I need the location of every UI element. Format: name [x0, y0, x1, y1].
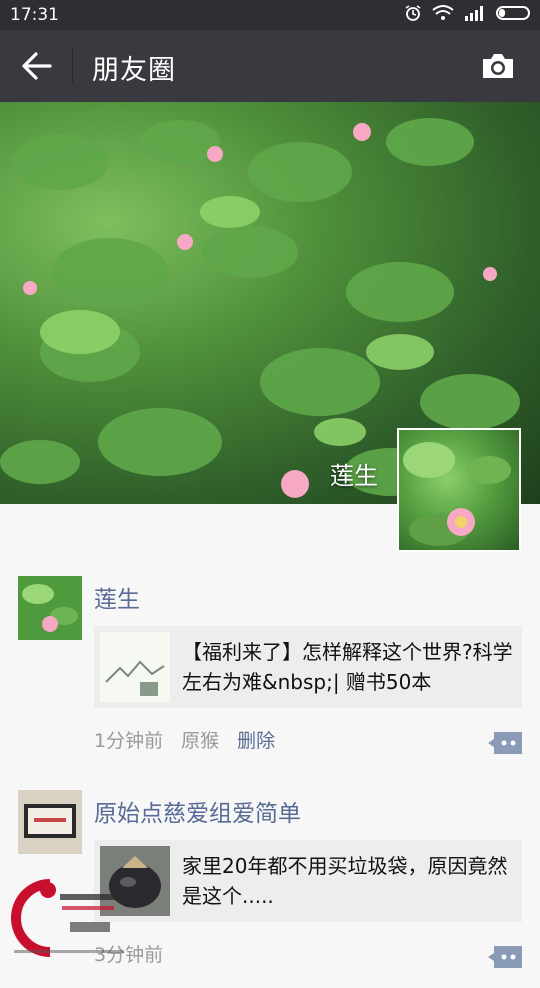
- cover-user-name: 莲生: [330, 462, 378, 490]
- profile-avatar[interactable]: [397, 428, 521, 552]
- delete-link[interactable]: 删除: [237, 726, 275, 753]
- avatar[interactable]: [18, 790, 82, 854]
- status-icons: [404, 4, 530, 22]
- app-bar: 朋友圈: [0, 30, 540, 102]
- post-author[interactable]: 莲生: [94, 580, 140, 614]
- comment-dots-icon[interactable]: [488, 946, 522, 968]
- share-title: 【福利来了】怎样解释这个世界?科学左右为难&nbsp;| 赠书50本: [182, 640, 513, 694]
- share-card[interactable]: 家里20年都不用买垃圾袋，原因竟然是这个.....: [94, 840, 522, 922]
- lotus-avatar-image: [403, 442, 511, 546]
- share-title: 家里20年都不用买垃圾袋，原因竟然是这个.....: [182, 854, 508, 908]
- camera-button[interactable]: [480, 50, 516, 82]
- share-card[interactable]: 【福利来了】怎样解释这个世界?科学左右为难&nbsp;| 赠书50本: [94, 626, 522, 708]
- watermark-logo: [11, 879, 124, 957]
- comment-dots-icon[interactable]: [488, 732, 522, 754]
- post-meta: 1分钟前 原猴 删除: [94, 726, 275, 753]
- signal-icon: [465, 6, 483, 21]
- avatar[interactable]: [18, 576, 82, 640]
- post-author[interactable]: 原始点慈爱组爱简单: [94, 794, 301, 828]
- status-bar: 17:31: [0, 0, 540, 30]
- back-button[interactable]: [18, 50, 54, 82]
- battery-icon: [496, 6, 530, 20]
- app-bar-divider: [72, 48, 73, 84]
- post-time: 1分钟前: [94, 730, 164, 752]
- feed-post: 莲生 【福利来了】怎样解释这个世界?科学左右为难&nbsp;| 赠书50本 1分…: [0, 560, 540, 774]
- page-title: 朋友圈: [92, 55, 176, 86]
- post-source: 原猴: [181, 730, 220, 752]
- share-thumbnail: [100, 632, 170, 702]
- wifi-icon: [432, 5, 454, 20]
- status-time: 17:31: [10, 5, 59, 25]
- alarm-icon: [405, 5, 421, 21]
